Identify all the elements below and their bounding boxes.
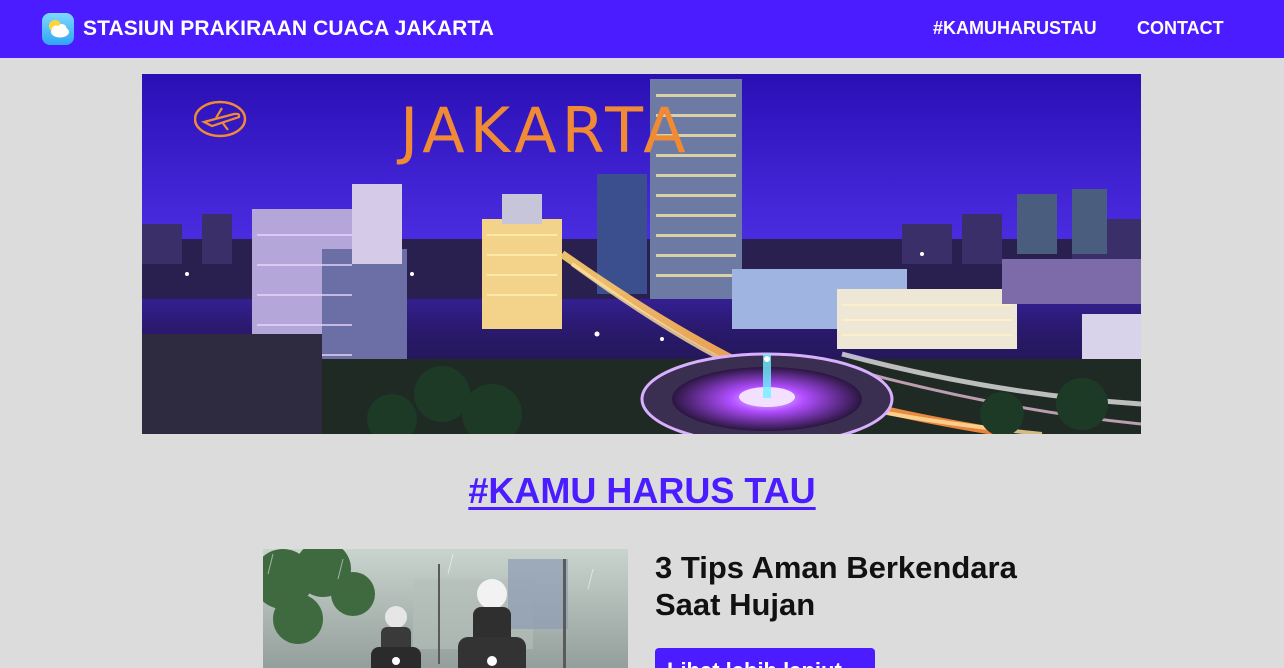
article-image (263, 549, 628, 668)
nav-link-contact[interactable]: CONTACT (1137, 18, 1224, 39)
brand-link[interactable]: STASIUN PRAKIRAAN CUACA JAKARTA (42, 13, 494, 45)
motorcyclists-riding-in-rain-photo (263, 549, 628, 668)
hero-overlay-text: JAKARTA (400, 94, 691, 167)
read-more-button[interactable]: Lihat lebih lanjut (655, 648, 875, 668)
hero-banner: JAKARTA (142, 74, 1141, 434)
nav-link-kamuharustau[interactable]: #KAMUHARUSTAU (933, 18, 1097, 39)
section-heading-link[interactable]: #KAMU HARUS TAU (468, 470, 815, 511)
section-heading: #KAMU HARUS TAU (0, 470, 1284, 512)
weather-sun-cloud-icon (42, 13, 74, 45)
navbar: STASIUN PRAKIRAAN CUACA JAKARTA #KAMUHAR… (0, 0, 1284, 58)
airplane-icon (194, 100, 248, 138)
article-title: 3 Tips Aman Berkendara Saat Hujan (655, 550, 1017, 622)
brand-title: STASIUN PRAKIRAAN CUACA JAKARTA (83, 17, 495, 40)
